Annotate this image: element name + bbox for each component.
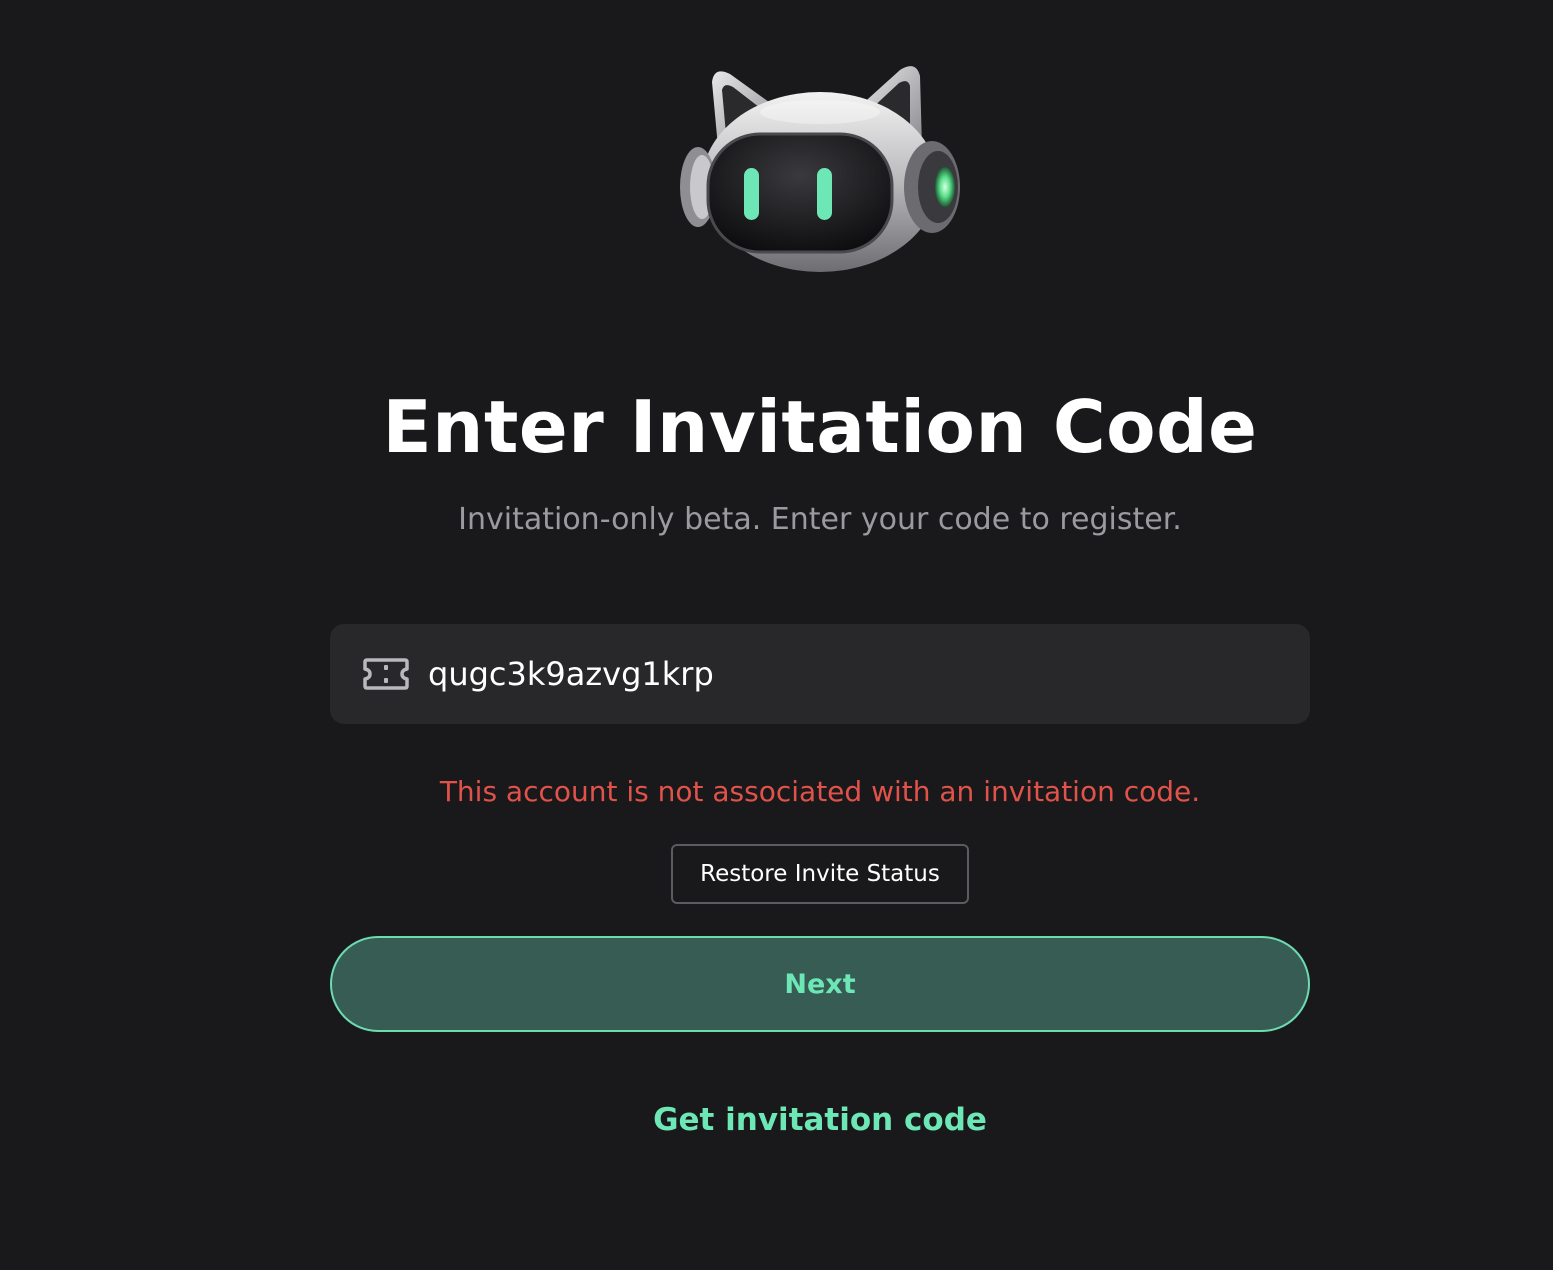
page-subtitle: Invitation-only beta. Enter your code to… — [458, 502, 1182, 537]
ticket-icon — [363, 658, 409, 690]
get-invitation-code-link[interactable]: Get invitation code — [0, 1098, 1553, 1142]
page-title: Enter Invitation Code — [382, 385, 1258, 469]
robot-cat-mascot-icon — [680, 66, 960, 272]
invitation-page: Enter Invitation Code Invitation-only be… — [0, 0, 1553, 1270]
invitation-code-input[interactable] — [428, 624, 1288, 724]
restore-invite-status-button[interactable]: Restore Invite Status — [671, 844, 969, 904]
error-message: This account is not associated with an i… — [439, 775, 1201, 808]
invitation-code-field-container[interactable] — [330, 624, 1310, 724]
next-button[interactable]: Next — [330, 936, 1310, 1032]
